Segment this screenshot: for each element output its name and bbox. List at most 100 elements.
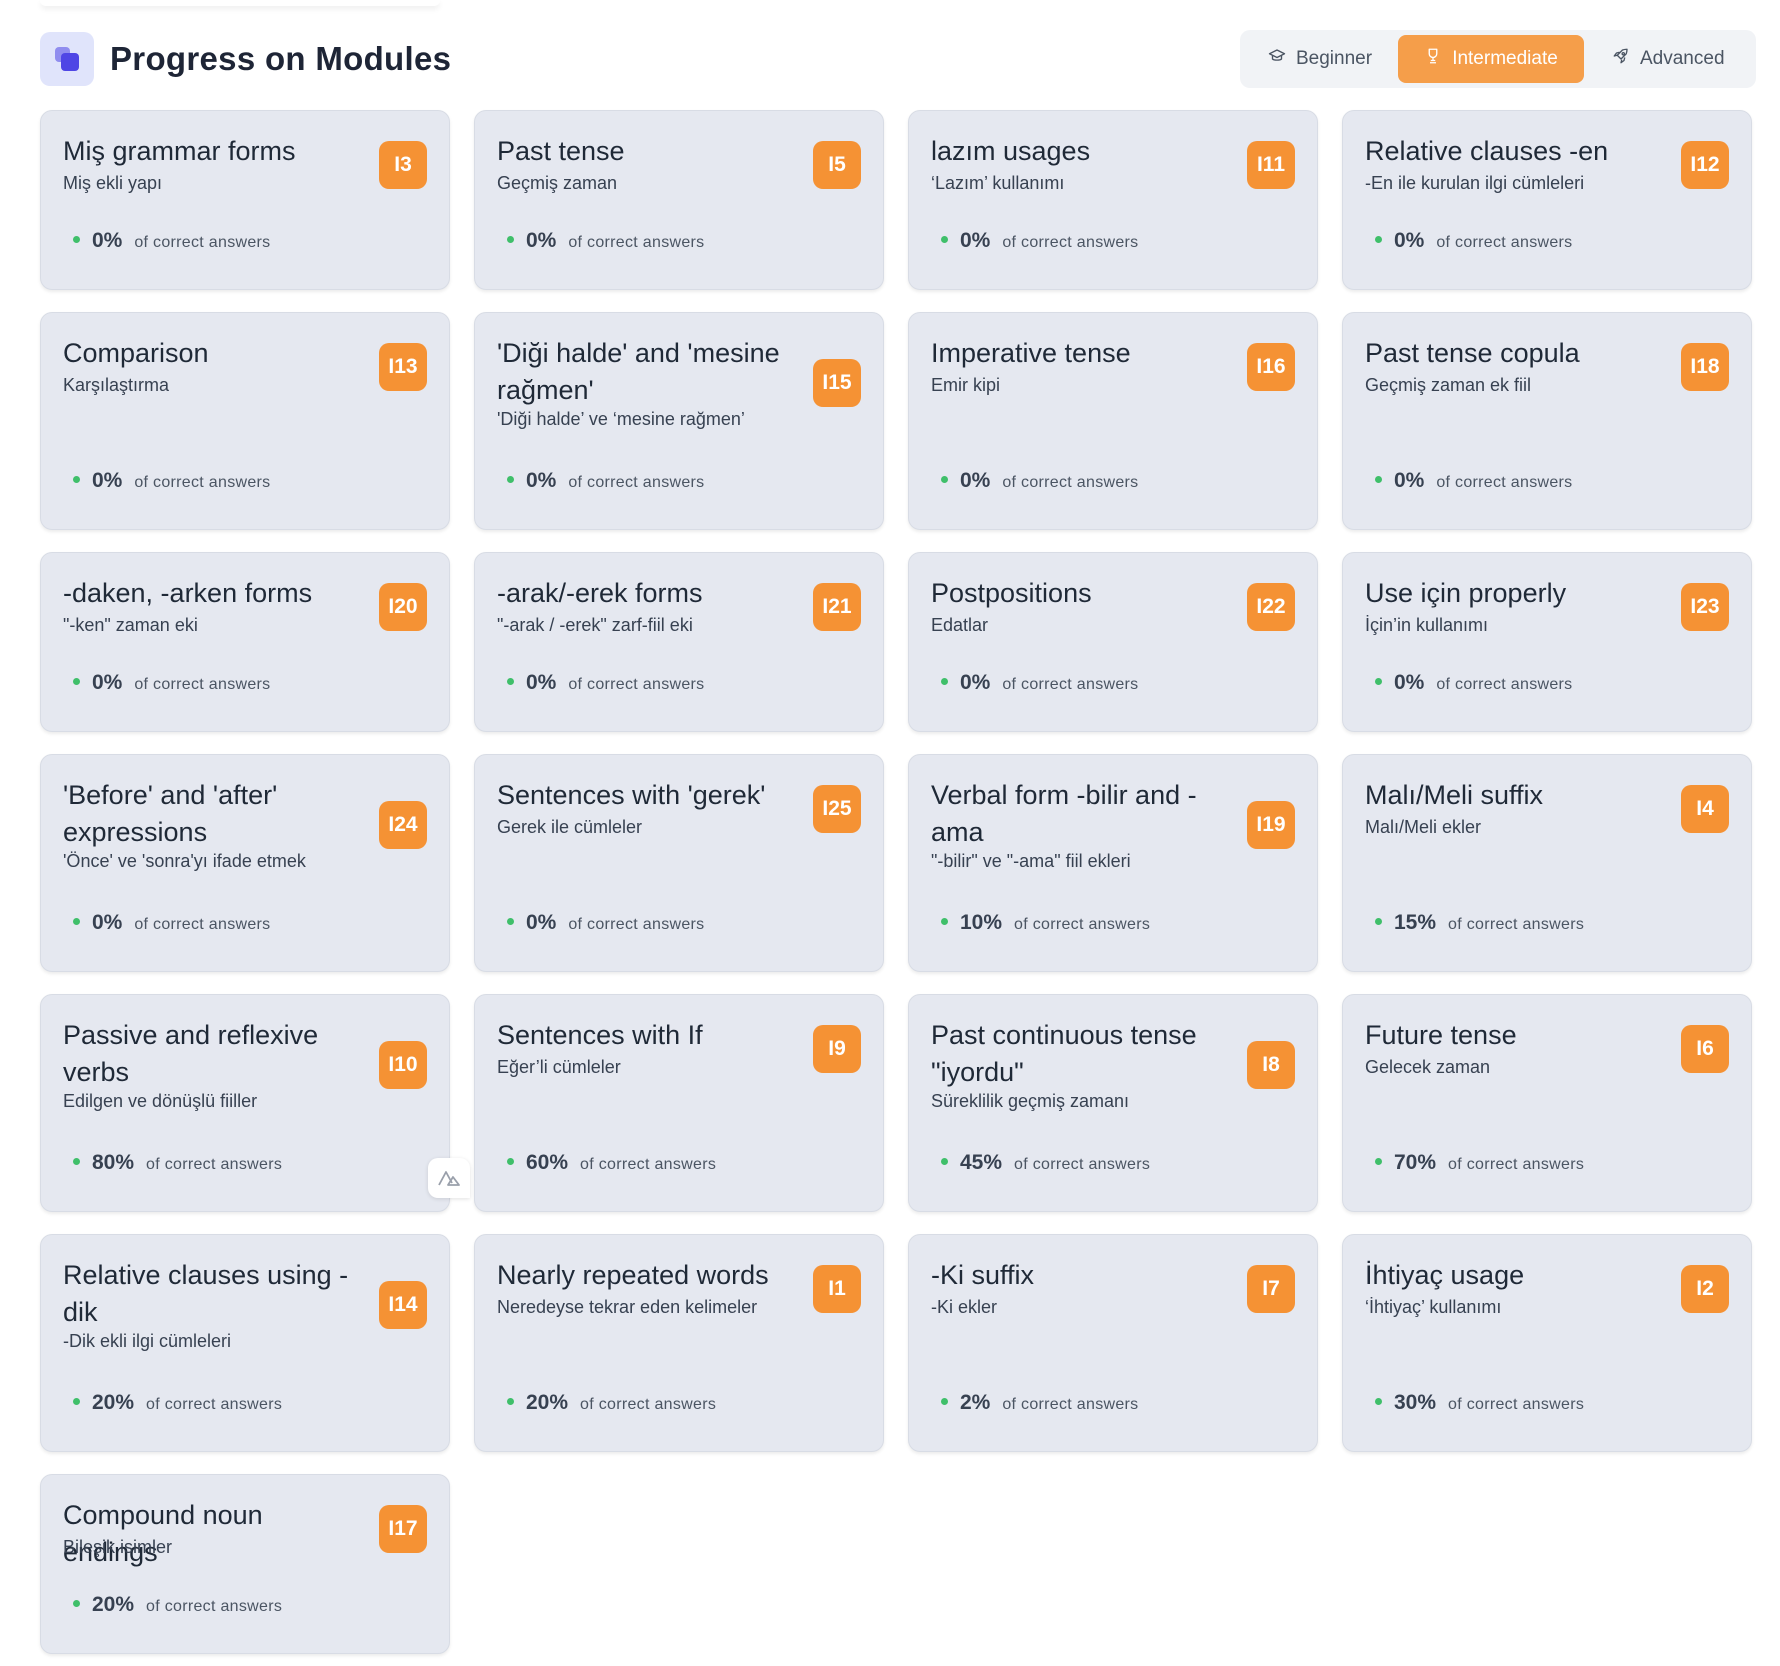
module-card[interactable]: Relative clauses using -dik -Dik ekli ilg…: [40, 1234, 450, 1452]
progress-label: of correct answers: [134, 916, 271, 933]
module-title: -Ki suffix: [931, 1260, 1035, 1290]
module-card[interactable]: 'Before' and 'after' expressions 'Önce' v…: [40, 754, 450, 972]
tab-advanced[interactable]: Advanced: [1602, 35, 1762, 83]
module-progress: 0% of correct answers: [507, 469, 704, 493]
module-progress: 20% of correct answers: [73, 1593, 282, 1617]
previous-section-edge: [40, 0, 440, 6]
module-card[interactable]: Imperative tense Emir kipi I16 0% of correct…: [908, 312, 1318, 530]
progress-dot-icon: [941, 236, 948, 243]
module-title: Miş grammar forms: [63, 136, 296, 166]
module-subtitle: -Dik ekli ilgi cümleleri: [63, 1331, 232, 1351]
module-card[interactable]: Use için properly İçin’in kullanımı I23 0% o…: [1342, 552, 1752, 732]
module-card[interactable]: Compound noun endings Bileşik isimler I17 2…: [40, 1474, 450, 1654]
module-subtitle: Malı/Meli ekler: [1365, 817, 1482, 837]
module-progress: 20% of correct answers: [507, 1391, 716, 1415]
module-card[interactable]: Verbal form -bilir and -ama "-bilir" ve "…: [908, 754, 1318, 972]
module-card[interactable]: 'Diği halde' and 'mesine rağmen' 'Diği ha…: [474, 312, 884, 530]
progress-percent: 20%: [526, 1391, 569, 1414]
progress-label: of correct answers: [1436, 676, 1573, 693]
tab-intermediate[interactable]: Intermediate: [1398, 35, 1584, 83]
progress-percent: 0%: [960, 469, 991, 492]
progress-dot-icon: [1375, 918, 1382, 925]
progress-dot-icon: [941, 476, 948, 483]
progress-percent: 60%: [526, 1151, 569, 1174]
tab-label: Advanced: [1640, 48, 1725, 69]
module-subtitle: Edatlar: [931, 615, 989, 635]
progress-dot-icon: [507, 236, 514, 243]
module-card[interactable]: Past tense Geçmiş zaman I5 0% of correct ans…: [474, 110, 884, 290]
module-subtitle: Eğer’li cümleler: [497, 1057, 621, 1077]
progress-label: of correct answers: [1002, 234, 1139, 251]
module-card[interactable]: Relative clauses -en -En ile kurulan ilgi…: [1342, 110, 1752, 290]
module-subtitle: -Ki ekler: [931, 1297, 998, 1317]
progress-percent: 0%: [92, 469, 123, 492]
progress-label: of correct answers: [134, 234, 271, 251]
progress-dot-icon: [507, 476, 514, 483]
progress-label: of correct answers: [568, 234, 705, 251]
progress-dot-icon: [73, 1158, 80, 1165]
module-card[interactable]: Postpositions Edatlar I22 0% of correct answ…: [908, 552, 1318, 732]
module-subtitle: Süreklilik geçmiş zamanı: [931, 1091, 1130, 1111]
module-code-badge: I7: [1247, 1265, 1295, 1313]
module-progress: 0% of correct answers: [1375, 229, 1572, 253]
progress-label: of correct answers: [1448, 916, 1585, 933]
module-code-badge: I5: [813, 141, 861, 189]
module-card[interactable]: Past tense copula Geçmiş zaman ek fiil I18…: [1342, 312, 1752, 530]
module-code-badge: I9: [813, 1025, 861, 1073]
module-title: Past continuous tense "iyordu": [931, 1020, 1197, 1087]
module-title: 'Before' and 'after' expressions: [63, 780, 278, 847]
progress-label: of correct answers: [1448, 1396, 1585, 1413]
module-progress: 0% of correct answers: [507, 671, 704, 695]
module-title: Past tense copula: [1365, 338, 1580, 368]
module-code-badge: I2: [1681, 1265, 1729, 1313]
progress-percent: 20%: [92, 1391, 135, 1414]
module-card[interactable]: Sentences with 'gerek' Gerek ile cümleler…: [474, 754, 884, 972]
progress-percent: 0%: [526, 911, 557, 934]
level-tabs: Beginner Intermediate Advanced: [1240, 30, 1756, 88]
module-progress: 0% of correct answers: [941, 469, 1138, 493]
module-card[interactable]: -Ki suffix -Ki ekler I7 2% of correct answer…: [908, 1234, 1318, 1452]
progress-percent: 0%: [526, 229, 557, 252]
page-title: Progress on Modules: [110, 40, 452, 77]
module-card[interactable]: -arak/-erek forms "-arak / -erek" zarf-fi…: [474, 552, 884, 732]
module-title: İhtiyaç usage: [1365, 1260, 1525, 1290]
module-card[interactable]: lazım usages ‘Lazım’ kullanımı I11 0% of cor…: [908, 110, 1318, 290]
module-code-badge: I1: [813, 1265, 861, 1313]
module-card[interactable]: Sentences with If Eğer’li cümleler I9 60% of…: [474, 994, 884, 1212]
module-card[interactable]: Future tense Gelecek zaman I6 70% of correct…: [1342, 994, 1752, 1212]
module-code-badge: I20: [379, 583, 427, 631]
module-title: Relative clauses -en: [1365, 136, 1609, 166]
progress-percent: 2%: [960, 1391, 991, 1414]
module-card[interactable]: İhtiyaç usage ‘İhtiyaç’ kullanımı I2 30% of …: [1342, 1234, 1752, 1452]
module-card[interactable]: Miş grammar forms Miş ekli yapı I3 0% of cor…: [40, 110, 450, 290]
module-title: Sentences with If: [497, 1020, 703, 1050]
module-progress: 70% of correct answers: [1375, 1151, 1584, 1175]
tab-label: Beginner: [1296, 48, 1373, 69]
module-card[interactable]: Comparison Karşılaştırma I13 0% of correct a…: [40, 312, 450, 530]
module-title: Passive and reflexive verbs: [63, 1020, 319, 1087]
module-card[interactable]: Passive and reflexive verbs Edilgen ve dö…: [40, 994, 450, 1212]
module-progress: 0% of correct answers: [1375, 671, 1572, 695]
progress-dot-icon: [73, 476, 80, 483]
module-progress: 15% of correct answers: [1375, 911, 1584, 935]
module-card[interactable]: -daken, -arken forms "-ken" zaman eki I20 0…: [40, 552, 450, 732]
progress-percent: 0%: [1394, 469, 1425, 492]
progress-label: of correct answers: [1436, 234, 1573, 251]
progress-dot-icon: [507, 1398, 514, 1405]
module-card[interactable]: Malı/Meli suffix Malı/Meli ekler I4 15% of c…: [1342, 754, 1752, 972]
module-code-badge: I23: [1681, 583, 1729, 631]
widget-logo-icon[interactable]: [428, 1158, 470, 1198]
progress-dot-icon: [1375, 1158, 1382, 1165]
progress-dot-icon: [73, 236, 80, 243]
progress-dot-icon: [1375, 1398, 1382, 1405]
module-subtitle: "-ken" zaman eki: [63, 615, 198, 635]
module-card[interactable]: Nearly repeated words Neredeyse tekrar ed…: [474, 1234, 884, 1452]
tab-beginner[interactable]: Beginner: [1260, 35, 1408, 83]
module-code-badge: I25: [813, 785, 861, 833]
progress-label: of correct answers: [580, 1156, 717, 1173]
module-card[interactable]: Past continuous tense "iyordu" Süreklilik…: [908, 994, 1318, 1212]
module-subtitle: Gerek ile cümleler: [497, 817, 643, 837]
module-progress: 0% of correct answers: [73, 911, 270, 935]
progress-dot-icon: [73, 678, 80, 685]
module-progress: 0% of correct answers: [507, 911, 704, 935]
